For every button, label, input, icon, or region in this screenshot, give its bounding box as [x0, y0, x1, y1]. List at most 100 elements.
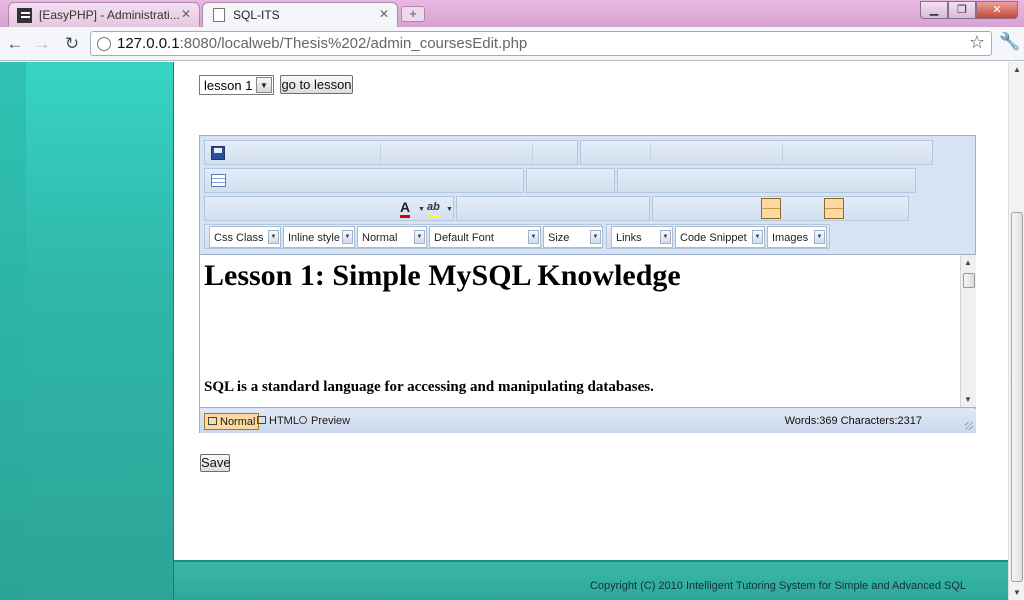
toolbar-group [526, 168, 615, 193]
design-mode-icon [208, 417, 217, 425]
dropdown-label: Default Font [434, 232, 494, 244]
left-panel [26, 62, 174, 600]
font-size-dropdown[interactable]: Size ▼ [543, 226, 603, 248]
toolbar-group: A ▼ ab ▼ [204, 196, 454, 221]
browser-tab-bar: [EasyPHP] - Administrati... ✕ SQL-ITS ✕ … [0, 0, 1024, 27]
scroll-thumb[interactable] [963, 273, 975, 288]
code-snippet-dropdown[interactable]: Code Snippet ▼ [675, 226, 765, 248]
back-arrow-icon[interactable]: ← [4, 33, 26, 55]
editor-status-bar: Normal HTML Preview Words:369 Characters… [200, 409, 976, 433]
chevron-down-icon[interactable]: ▼ [446, 206, 453, 213]
html-mode-icon [257, 416, 266, 424]
chevron-down-icon[interactable]: ▼ [418, 206, 425, 213]
toolbar-group: Links ▼ Code Snippet ▼ Images ▼ [606, 224, 830, 249]
page-viewport: lesson 1 ▼ go to lesson A ▼ ab ▼ Css Cla… [0, 62, 1008, 600]
tab-sql-its[interactable]: SQL-ITS ✕ [202, 2, 398, 27]
dropdown-label: Css Class [214, 232, 264, 244]
scroll-down-icon[interactable]: ▼ [1013, 588, 1021, 597]
mode-label: HTML [269, 415, 299, 427]
toolbar-group [580, 140, 933, 165]
highlight-color-icon[interactable]: ab [427, 200, 440, 218]
lesson-heading: Lesson 1: Simple MySQL Knowledge [204, 259, 681, 292]
lesson-select-value: lesson 1 [204, 78, 253, 93]
insert-box-icon[interactable] [824, 198, 844, 219]
left-stripe [0, 62, 26, 600]
new-tab-button[interactable]: + [401, 6, 425, 22]
paragraph-format-dropdown[interactable]: Normal ▼ [357, 226, 427, 248]
inline-style-dropdown[interactable]: Inline style ▼ [283, 226, 355, 248]
copyright-text: Copyright (C) 2010 Intelligent Tutoring … [589, 580, 966, 592]
scroll-thumb[interactable] [1011, 212, 1023, 582]
scroll-up-icon[interactable]: ▲ [964, 258, 972, 267]
dropdown-label: Links [616, 232, 642, 244]
chevron-down-icon[interactable]: ▼ [342, 230, 353, 244]
toolbar-group [204, 168, 524, 193]
page-favicon-icon [213, 8, 225, 22]
window-controls: ▁ ❐ ✕ [920, 1, 1018, 19]
page-footer: Copyright (C) 2010 Intelligent Tutoring … [174, 560, 1008, 600]
dropdown-label: Code Snippet [680, 232, 747, 244]
easyphp-favicon-icon [17, 8, 32, 23]
maximize-button[interactable]: ❐ [948, 1, 976, 19]
toolbar-group [456, 196, 650, 221]
font-family-dropdown[interactable]: Default Font ▼ [429, 226, 541, 248]
word-count: Words:369 Characters:2317 [784, 415, 922, 427]
dropdown-label: Images [772, 232, 809, 244]
table-icon[interactable] [211, 174, 226, 187]
star-icon[interactable]: ☆ [969, 32, 985, 53]
tab-easyphp[interactable]: [EasyPHP] - Administrati... ✕ [8, 2, 200, 27]
chevron-down-icon[interactable]: ▼ [814, 230, 825, 244]
dropdown-label: Inline style [288, 232, 340, 244]
minimize-button[interactable]: ▁ [920, 1, 948, 19]
resize-grip-icon[interactable] [965, 422, 973, 430]
go-to-lesson-button[interactable]: go to lesson [280, 75, 353, 94]
scroll-up-icon[interactable]: ▲ [1013, 65, 1021, 74]
mode-label: Normal [220, 416, 256, 428]
wrench-icon[interactable]: 🔧 [999, 32, 1020, 52]
toolbar-group [617, 168, 916, 193]
chevron-down-icon[interactable]: ▼ [414, 230, 425, 244]
save-button[interactable]: Save [200, 454, 231, 472]
globe-icon [97, 37, 111, 51]
insert-box-icon[interactable] [761, 198, 781, 219]
editor-scrollbar[interactable]: ▲ ▼ [960, 255, 976, 407]
url-path: :8080/localweb/Thesis%202/admin_coursesE… [179, 35, 528, 52]
chevron-down-icon[interactable]: ▼ [268, 230, 279, 244]
preview-mode-tab[interactable]: Preview [296, 413, 353, 430]
tab-title: SQL-ITS [233, 8, 280, 22]
dropdown-label: Size [548, 232, 570, 244]
browser-toolbar: ← → ↻ 127.0.0.1:8080/localweb/Thesis%202… [0, 27, 1024, 61]
scroll-down-icon[interactable]: ▼ [964, 395, 972, 404]
chevron-down-icon[interactable]: ▼ [528, 230, 539, 244]
editor-content-area[interactable]: Lesson 1: Simple MySQL Knowledge SQL is … [200, 254, 976, 408]
save-icon[interactable] [211, 146, 225, 160]
images-dropdown[interactable]: Images ▼ [767, 226, 827, 248]
lesson-select[interactable]: lesson 1 ▼ [199, 75, 274, 95]
mode-label: Preview [311, 415, 351, 427]
links-dropdown[interactable]: Links ▼ [611, 226, 673, 248]
css-class-dropdown[interactable]: Css Class ▼ [209, 226, 281, 248]
normal-mode-tab[interactable]: Normal [204, 413, 260, 430]
close-icon[interactable]: ✕ [379, 7, 389, 21]
address-bar[interactable]: 127.0.0.1:8080/localweb/Thesis%202/admin… [90, 31, 992, 56]
toolbar-group: Css Class ▼ Inline style ▼ Normal ▼ Default… [204, 224, 603, 249]
chevron-down-icon[interactable]: ▼ [256, 77, 272, 93]
tab-title: [EasyPHP] - Administrati... [39, 8, 180, 22]
toolbar-group [652, 196, 909, 221]
rich-text-editor: A ▼ ab ▼ Css Class ▼ Inline style ▼ Norm… [199, 135, 976, 433]
chevron-down-icon[interactable]: ▼ [660, 230, 671, 244]
font-color-icon[interactable]: A [400, 200, 411, 218]
url-host: 127.0.0.1 [117, 35, 180, 52]
chevron-down-icon[interactable]: ▼ [752, 230, 763, 244]
dropdown-label: Normal [362, 232, 398, 244]
forward-arrow-icon[interactable]: → [31, 33, 53, 55]
close-icon[interactable]: ✕ [181, 7, 191, 21]
window-close-button[interactable]: ✕ [976, 1, 1018, 19]
page-scrollbar[interactable]: ▲ ▼ [1008, 62, 1024, 600]
html-mode-tab[interactable]: HTML [254, 413, 302, 430]
lesson-paragraph: SQL is a standard language for accessing… [204, 379, 654, 395]
toolbar-group [204, 140, 578, 165]
chevron-down-icon[interactable]: ▼ [590, 230, 601, 244]
reload-icon[interactable]: ↻ [61, 33, 83, 55]
magnifier-icon [299, 416, 307, 424]
